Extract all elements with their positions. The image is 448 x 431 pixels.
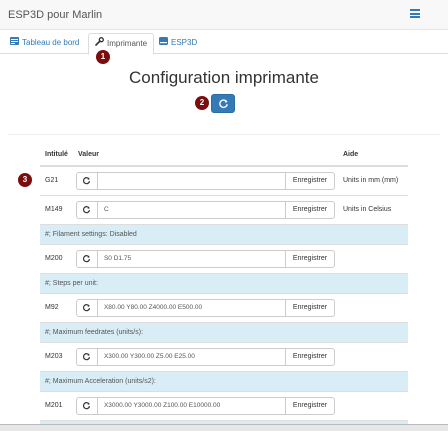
setting-input-group: Enregistrer: [75, 200, 335, 219]
refresh-icon: [83, 177, 91, 185]
comment-row: #; Maximum Acceleration (units/s2):: [40, 370, 408, 391]
save-button[interactable]: Enregistrer: [285, 396, 335, 415]
save-button[interactable]: Enregistrer: [285, 298, 335, 317]
tab-bar: Tableau de bord Imprimante ESP3D: [0, 30, 448, 55]
refresh-icon: [83, 206, 91, 214]
setting-value-input[interactable]: [97, 200, 285, 219]
comment-text: #; Filament settings: Disabled: [40, 223, 408, 244]
divider: [8, 134, 440, 135]
table-row: M92 Enregistrer: [40, 292, 408, 322]
table-row: M149 Enregistrer Units in Celsius: [40, 194, 408, 224]
row-refresh-button[interactable]: [75, 396, 98, 415]
setting-value-cell: Enregistrer: [72, 292, 338, 322]
step-badge-1: 1: [96, 50, 110, 64]
setting-code: G21: [40, 165, 73, 195]
setting-value-input[interactable]: [97, 396, 285, 415]
setting-code: M201: [40, 390, 73, 420]
setting-input-group: Enregistrer: [75, 347, 335, 366]
setting-code: M149: [40, 194, 73, 224]
setting-value-cell: Enregistrer: [72, 390, 338, 420]
hamburger-menu-icon[interactable]: [410, 9, 420, 18]
page-title: Configuration imprimante: [129, 68, 319, 87]
tab-dashboard[interactable]: Tableau de bord: [4, 33, 85, 54]
table-row: M201 Enregistrer: [40, 390, 408, 420]
comment-row: #; Filament settings: Disabled: [40, 223, 408, 244]
comment-row: #; Steps per unit:: [40, 272, 408, 293]
setting-input-group: Enregistrer: [75, 396, 335, 415]
setting-input-group: Enregistrer: [75, 171, 335, 190]
setting-input-group: Enregistrer: [75, 298, 335, 317]
setting-help: Units in mm (mm): [338, 165, 408, 195]
comment-text: #; Steps per unit:: [40, 272, 408, 293]
tab-printer-label: Imprimante: [107, 39, 148, 49]
tab-esp3d-label: ESP3D: [171, 38, 198, 48]
row-refresh-button[interactable]: [75, 298, 98, 317]
setting-help: [338, 292, 408, 322]
save-button[interactable]: Enregistrer: [285, 200, 335, 219]
setting-code: M92: [40, 292, 73, 322]
refresh-config-button[interactable]: [211, 94, 235, 113]
setting-help: [338, 243, 408, 273]
step-badge-3: 3: [18, 173, 32, 187]
setting-code: M203: [40, 341, 73, 371]
row-refresh-button[interactable]: [75, 200, 98, 219]
tab-esp3d[interactable]: ESP3D: [153, 33, 203, 54]
setting-value-cell: Enregistrer: [72, 341, 338, 371]
comment-text: #; Maximum Acceleration (units/s2):: [40, 370, 408, 391]
setting-value-cell: Enregistrer: [72, 243, 338, 273]
setting-value-input[interactable]: [97, 298, 285, 317]
header-value: Valeur: [72, 144, 338, 167]
setting-value-input[interactable]: [97, 249, 285, 268]
setting-value-cell: Enregistrer: [72, 165, 338, 195]
table-row: M200 Enregistrer: [40, 243, 408, 273]
setting-value-cell: Enregistrer: [72, 194, 338, 224]
dashboard-icon: [10, 33, 19, 53]
comment-row: #; Maximum feedrates (units/s):: [40, 321, 408, 342]
hard-drive-icon: [159, 33, 168, 53]
tab-dashboard-label: Tableau de bord: [22, 38, 80, 48]
setting-value-input[interactable]: [97, 171, 285, 190]
setting-help: [338, 341, 408, 371]
save-button[interactable]: Enregistrer: [285, 249, 335, 268]
table-row: G21 Enregistrer Units in mm (mm): [40, 165, 408, 195]
header-help: Aide: [338, 144, 408, 167]
refresh-icon: [83, 304, 91, 312]
setting-help: Units in Celsius: [338, 194, 408, 224]
setting-code: M200: [40, 243, 73, 273]
top-navbar: ESP3D pour Marlin: [0, 0, 448, 30]
row-refresh-button[interactable]: [75, 249, 98, 268]
comment-text: #; Maximum feedrates (units/s):: [40, 321, 408, 342]
refresh-icon: [218, 99, 228, 109]
save-button[interactable]: Enregistrer: [285, 347, 335, 366]
refresh-icon: [83, 255, 91, 263]
row-refresh-button[interactable]: [75, 347, 98, 366]
setting-value-input[interactable]: [97, 347, 285, 366]
row-refresh-button[interactable]: [75, 171, 98, 190]
window-bottom-edge: [0, 424, 448, 431]
step-badge-2: 2: [195, 96, 209, 110]
refresh-icon: [83, 353, 91, 361]
setting-input-group: Enregistrer: [75, 249, 335, 268]
refresh-icon: [83, 402, 91, 410]
table-row: M203 Enregistrer: [40, 341, 408, 371]
setting-help: [338, 390, 408, 420]
app-brand[interactable]: ESP3D pour Marlin: [8, 9, 102, 21]
header-label: Intitulé: [40, 144, 73, 167]
save-button[interactable]: Enregistrer: [285, 171, 335, 190]
config-table: Intitulé Valeur Aide G21 Enregistrer Uni…: [40, 144, 408, 431]
